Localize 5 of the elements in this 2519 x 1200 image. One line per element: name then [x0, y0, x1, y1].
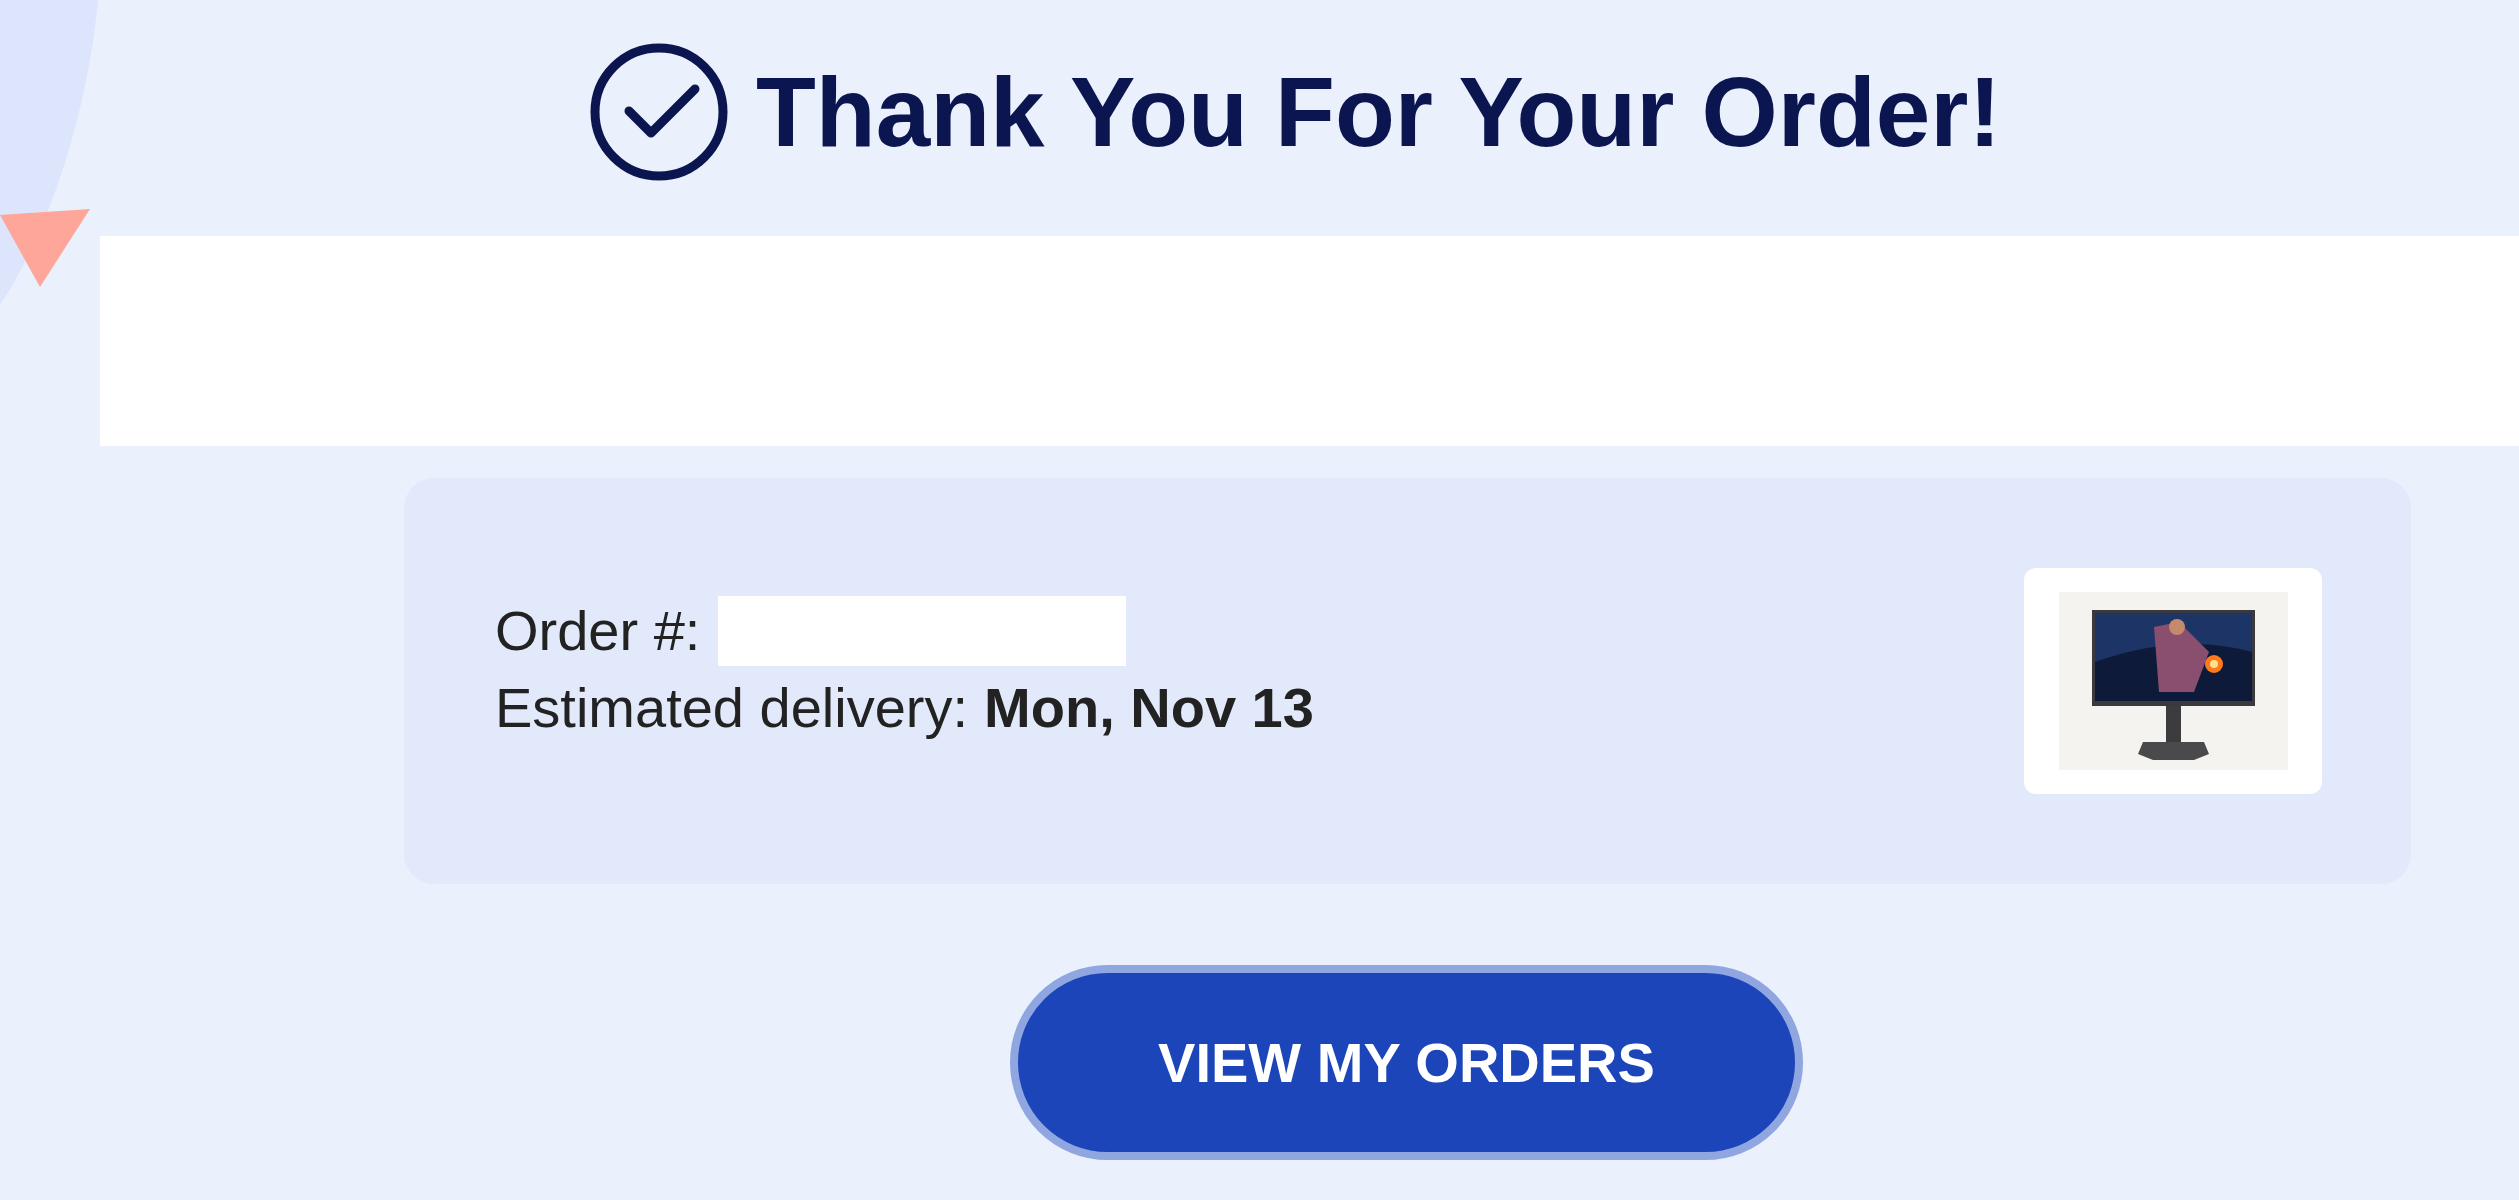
order-number-label: Order #:	[495, 603, 701, 659]
check-circle-icon	[590, 43, 728, 181]
delivery-date: Mon, Nov 13	[984, 680, 1314, 736]
view-orders-button[interactable]: VIEW MY ORDERS	[1010, 965, 1803, 1160]
page-title: Thank You For Your Order!	[756, 63, 2002, 161]
